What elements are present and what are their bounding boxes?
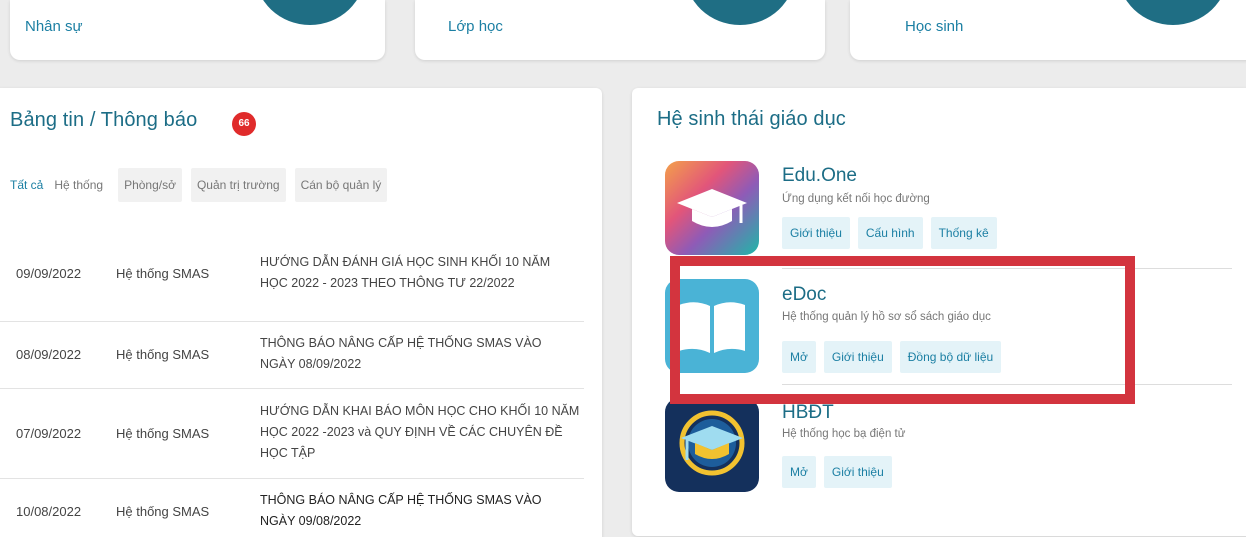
news-tabs: Tất cả Hệ thống Phòng/sở Quản trị trường…	[10, 168, 388, 202]
stat-card-students[interactable]: Học sinh	[850, 0, 1246, 60]
intro-button[interactable]: Giới thiệu	[823, 456, 892, 488]
open-button[interactable]: Mở	[782, 341, 816, 373]
stat-card-label: Nhân sự	[25, 18, 83, 35]
stat-card-staff[interactable]: Nhân sự	[10, 0, 385, 60]
app-description: Ứng dụng kết nối học đường	[782, 193, 930, 205]
stat-circle	[1118, 0, 1228, 25]
news-title-link[interactable]: THÔNG BÁO NÂNG CẤP HỆ THỐNG SMAS VÀO NGÀ…	[260, 321, 584, 388]
news-source: Hệ thống SMAS	[116, 425, 210, 441]
open-button[interactable]: Mở	[782, 456, 816, 488]
graduation-cap-icon[interactable]	[665, 161, 759, 255]
app-actions: Mở Giới thiệu	[782, 456, 892, 488]
sync-data-button[interactable]: Đồng bộ dữ liệu	[899, 341, 1002, 373]
tab-department[interactable]: Phòng/sở	[118, 168, 182, 202]
news-date: 09/09/2022	[16, 265, 82, 281]
config-button[interactable]: Cấu hình	[857, 217, 923, 249]
stat-circle	[685, 0, 795, 25]
news-table: 09/09/2022 Hệ thống SMAS HƯỚNG DẪN ĐÁNH …	[0, 226, 584, 537]
app-name: Edu.One	[782, 165, 857, 186]
news-row[interactable]: 10/08/2022 Hệ thống SMAS THÔNG BÁO NÂNG …	[0, 478, 584, 537]
notification-count-badge: 66	[232, 112, 256, 136]
divider	[782, 384, 1232, 385]
hbdt-cap-icon[interactable]	[665, 398, 759, 492]
news-row[interactable]: 07/09/2022 Hệ thống SMAS HƯỚNG DẪN KHAI …	[0, 388, 584, 478]
app-name: eDoc	[782, 284, 827, 305]
stat-card-label: Học sinh	[905, 18, 964, 35]
stat-card-label: Lớp học	[448, 18, 503, 35]
tab-management-staff[interactable]: Cán bộ quản lý	[294, 168, 388, 202]
ecosystem-panel-title: Hệ sinh thái giáo dục	[657, 108, 846, 130]
news-source: Hệ thống SMAS	[116, 265, 210, 281]
app-actions: Mở Giới thiệu Đồng bộ dữ liệu	[782, 341, 1002, 373]
news-date: 10/08/2022	[16, 503, 82, 519]
tab-all[interactable]: Tất cả	[10, 168, 43, 202]
news-panel-title: Bảng tin / Thông báo	[10, 109, 198, 131]
news-panel: Bảng tin / Thông báo 66 Tất cả Hệ thống …	[0, 88, 602, 537]
news-source: Hệ thống SMAS	[116, 503, 210, 519]
app-name: HBĐT	[782, 402, 834, 423]
news-row[interactable]: 09/09/2022 Hệ thống SMAS HƯỚNG DẪN ĐÁNH …	[0, 226, 584, 321]
tab-system[interactable]: Hệ thống	[50, 168, 109, 202]
news-title-link[interactable]: HƯỚNG DẪN KHAI BÁO MÔN HỌC CHO KHỐI 10 N…	[260, 388, 584, 478]
news-date: 08/09/2022	[16, 347, 82, 362]
app-description: Hệ thống quản lý hồ sơ sổ sách giáo dục	[782, 311, 991, 323]
tab-school-admin[interactable]: Quản trị trường	[190, 168, 286, 202]
intro-button[interactable]: Giới thiệu	[782, 217, 850, 249]
ecosystem-panel: Hệ sinh thái giáo dục Edu.One Ứng dụng k…	[632, 88, 1246, 536]
app-description: Hệ thống học bạ điện tử	[782, 428, 906, 440]
news-date: 07/09/2022	[16, 425, 82, 441]
statistics-button[interactable]: Thống kê	[930, 217, 997, 249]
news-title-link[interactable]: HƯỚNG DẪN ĐÁNH GIÁ HỌC SINH KHỐI 10 NĂM …	[260, 226, 584, 321]
stat-circle	[255, 0, 365, 25]
intro-button[interactable]: Giới thiệu	[823, 341, 892, 373]
divider	[782, 268, 1232, 269]
app-actions: Giới thiệu Cấu hình Thống kê	[782, 217, 997, 249]
news-row[interactable]: 08/09/2022 Hệ thống SMAS THÔNG BÁO NÂNG …	[0, 321, 584, 388]
open-book-icon[interactable]	[665, 279, 759, 373]
news-title-link[interactable]: THÔNG BÁO NÂNG CẤP HỆ THỐNG SMAS VÀO NGÀ…	[260, 478, 584, 537]
news-source: Hệ thống SMAS	[116, 347, 210, 362]
stat-card-classes[interactable]: Lớp học	[415, 0, 825, 60]
